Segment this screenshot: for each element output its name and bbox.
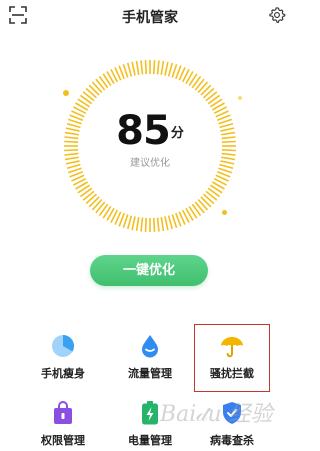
decor-dot <box>222 210 227 215</box>
decor-dot <box>63 90 69 96</box>
watermark-logo: Bai𝒹u 经验 <box>160 402 273 427</box>
score-value: 85 <box>116 108 171 154</box>
score-subtitle: 建议优化 <box>130 158 170 169</box>
ring-tick <box>140 60 144 75</box>
ring-tick <box>131 216 136 231</box>
ring-tick <box>135 60 140 76</box>
ring-tick <box>144 60 148 75</box>
decor-dot <box>238 96 242 100</box>
ring-tick <box>156 217 160 232</box>
ring-tick <box>167 62 174 77</box>
ring-tick <box>160 216 165 232</box>
score-display: 85分 <box>62 108 238 154</box>
tool-permission-management[interactable]: 权限管理 <box>23 400 103 448</box>
ring-tick <box>135 216 140 232</box>
ring-tick <box>126 62 133 77</box>
score-unit: 分 <box>170 126 184 141</box>
ring-tick <box>160 60 165 76</box>
ring-tick <box>152 217 156 232</box>
water-drop-icon <box>142 335 158 358</box>
tool-label: 手机瘦身 <box>41 367 85 380</box>
ring-tick <box>171 214 178 229</box>
gear-icon[interactable] <box>268 6 286 24</box>
tool-label: 权限管理 <box>41 434 85 447</box>
ring-tick <box>152 60 156 75</box>
ring-tick <box>126 215 133 230</box>
tool-label: 流量管理 <box>128 367 172 380</box>
shopping-bag-icon <box>54 401 72 424</box>
ring-tick <box>144 217 148 232</box>
tool-data-management[interactable]: 流量管理 <box>110 333 190 381</box>
tool-phone-cleanup[interactable]: 手机瘦身 <box>23 333 103 381</box>
ring-tick <box>164 61 169 76</box>
page-title: 手机管家 <box>122 10 178 26</box>
ring-tick <box>171 63 178 78</box>
ring-tick <box>156 60 160 75</box>
one-click-optimize-button[interactable]: 一键优化 <box>90 255 208 286</box>
ring-tick <box>164 216 169 231</box>
ring-tick <box>122 214 129 229</box>
highlight-frame <box>194 324 270 392</box>
storage-pie-icon <box>52 335 74 357</box>
ring-tick <box>140 217 144 232</box>
header-bar: 手机管家 <box>0 0 300 40</box>
ring-tick <box>122 63 129 78</box>
ring-tick <box>131 61 136 76</box>
ring-tick <box>167 215 174 230</box>
